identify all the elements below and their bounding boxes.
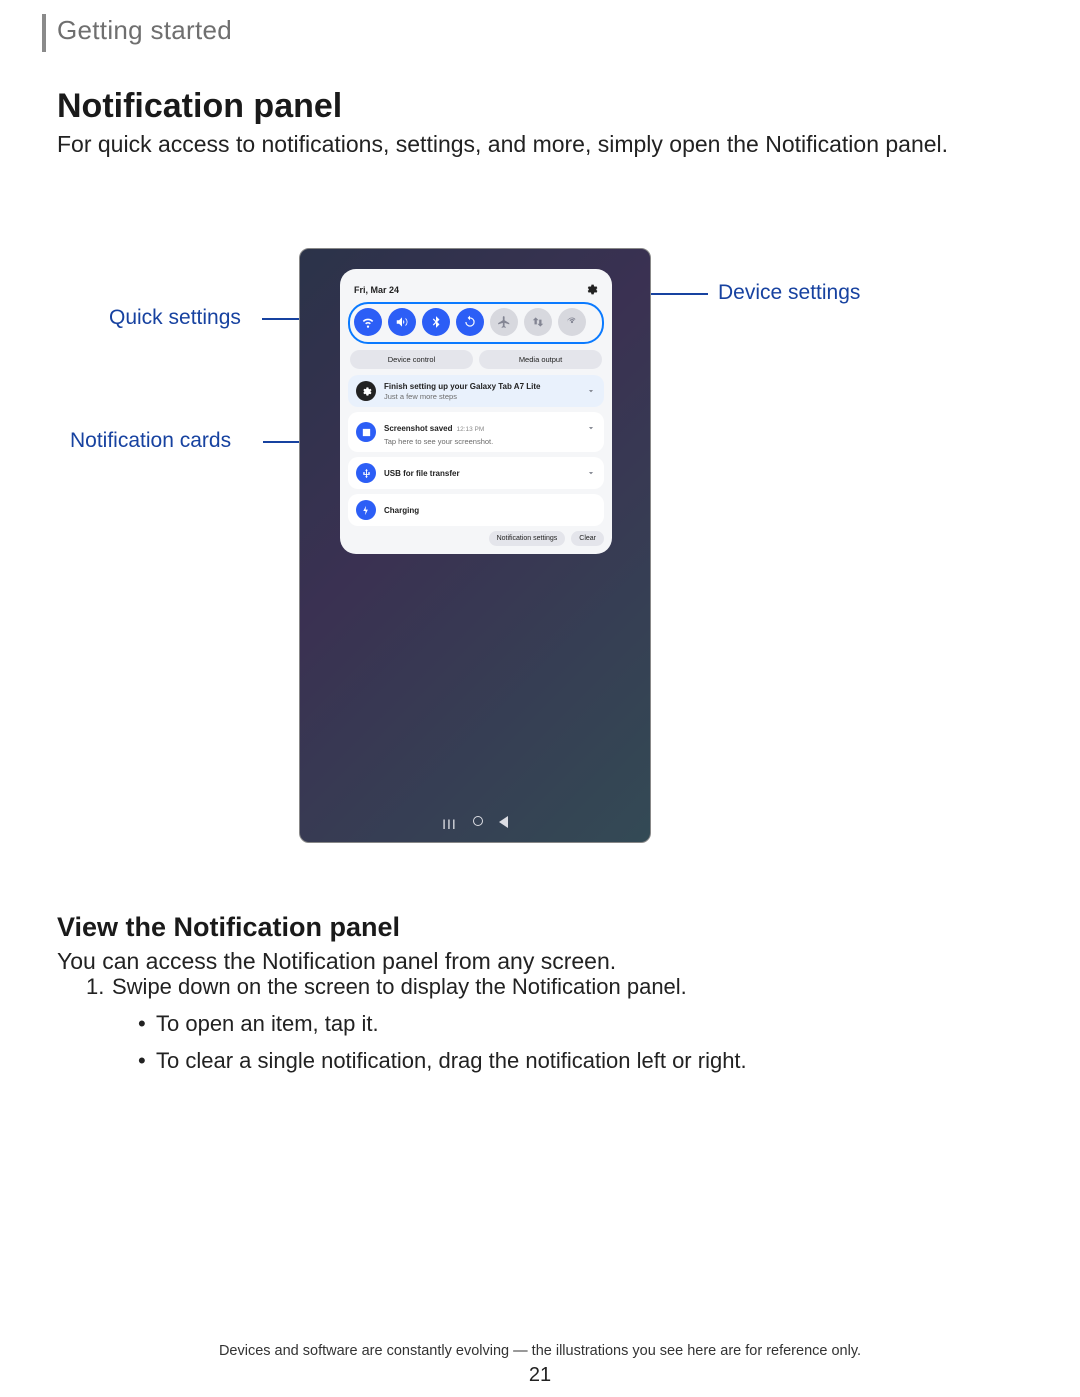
gear-icon bbox=[356, 381, 376, 401]
nav-bar: III bbox=[300, 816, 650, 832]
notification-sub: Tap here to see your screenshot. bbox=[384, 437, 493, 446]
back-icon[interactable] bbox=[499, 816, 508, 828]
page-number: 21 bbox=[0, 1364, 1080, 1387]
notification-panel: Fri, Mar 24 Device control Media output … bbox=[340, 269, 612, 554]
instruction-list: 1.Swipe down on the screen to display th… bbox=[86, 975, 956, 1072]
notification-title: Screenshot saved bbox=[384, 424, 452, 433]
page-title: Notification panel bbox=[57, 87, 342, 126]
media-output-button[interactable]: Media output bbox=[479, 350, 602, 369]
qs-wifi-icon[interactable] bbox=[354, 308, 382, 336]
notification-card[interactable]: USB for file transfer bbox=[348, 457, 604, 489]
notification-title: USB for file transfer bbox=[384, 469, 460, 478]
recents-icon[interactable]: III bbox=[442, 816, 457, 832]
device-control-button[interactable]: Device control bbox=[350, 350, 473, 369]
footer-note: Devices and software are constantly evol… bbox=[0, 1343, 1080, 1359]
qs-data-icon[interactable] bbox=[524, 308, 552, 336]
image-icon bbox=[356, 422, 376, 442]
notification-card[interactable]: Finish setting up your Galaxy Tab A7 Lit… bbox=[348, 375, 604, 407]
notification-card[interactable]: Charging bbox=[348, 494, 604, 526]
home-icon[interactable] bbox=[473, 816, 483, 826]
notification-title: Finish setting up your Galaxy Tab A7 Lit… bbox=[384, 382, 540, 391]
qs-airplane-icon[interactable] bbox=[490, 308, 518, 336]
qs-hotspot-icon[interactable] bbox=[558, 308, 586, 336]
callout-device-settings: Device settings bbox=[718, 281, 860, 305]
section-label: Getting started bbox=[57, 15, 232, 46]
qs-sound-icon[interactable] bbox=[388, 308, 416, 336]
clear-button[interactable]: Clear bbox=[571, 531, 604, 546]
notification-card[interactable]: Screenshot saved 12:13 PM Tap here to see… bbox=[348, 412, 604, 452]
chevron-down-icon[interactable] bbox=[586, 420, 596, 438]
device-screenshot: Fri, Mar 24 Device control Media output … bbox=[299, 248, 651, 843]
panel-date: Fri, Mar 24 bbox=[354, 285, 399, 295]
notification-title: Charging bbox=[384, 506, 419, 515]
bullet-text: To open an item, tap it. bbox=[156, 1011, 379, 1036]
notification-time: 12:13 PM bbox=[456, 426, 484, 433]
qs-rotate-icon[interactable] bbox=[456, 308, 484, 336]
qs-bluetooth-icon[interactable] bbox=[422, 308, 450, 336]
notification-settings-button[interactable]: Notification settings bbox=[489, 531, 566, 546]
callout-notification-cards: Notification cards bbox=[70, 429, 231, 453]
intro-paragraph: For quick access to notifications, setti… bbox=[57, 130, 957, 159]
chevron-down-icon[interactable] bbox=[586, 465, 596, 483]
quick-settings-row bbox=[348, 302, 604, 344]
section-accent-bar bbox=[42, 14, 46, 52]
gear-icon[interactable] bbox=[585, 283, 598, 296]
bullet-text: To clear a single notification, drag the… bbox=[156, 1048, 747, 1073]
notification-sub: Just a few more steps bbox=[384, 392, 540, 401]
step-text: Swipe down on the screen to display the … bbox=[112, 974, 687, 999]
callout-quick-settings: Quick settings bbox=[109, 306, 241, 330]
usb-icon bbox=[356, 463, 376, 483]
chevron-down-icon[interactable] bbox=[586, 383, 596, 401]
subsection-paragraph: You can access the Notification panel fr… bbox=[57, 931, 957, 975]
bolt-icon bbox=[356, 500, 376, 520]
